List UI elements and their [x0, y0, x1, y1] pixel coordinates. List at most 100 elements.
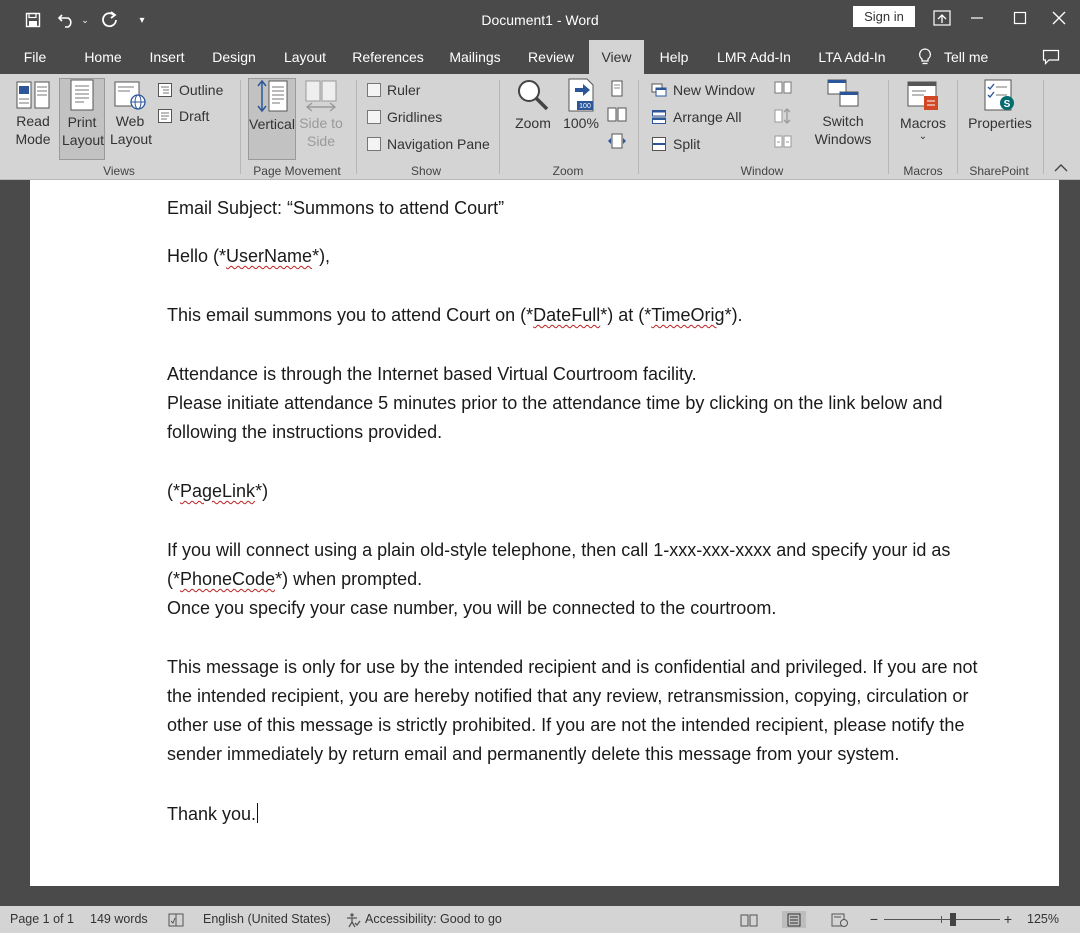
close-icon[interactable] — [1044, 6, 1074, 30]
zoom-slider[interactable] — [884, 912, 1000, 927]
tab-mailings[interactable]: Mailings — [440, 40, 510, 74]
outline-button[interactable]: Outline — [157, 82, 223, 98]
language-indicator[interactable]: English (United States) — [203, 906, 331, 933]
tell-me-label: Tell me — [944, 49, 989, 65]
zoom-out-button[interactable]: − — [868, 906, 880, 933]
web-layout-view-icon[interactable] — [828, 911, 852, 928]
vertical-button[interactable]: Vertical — [248, 78, 296, 160]
navigation-pane-checkbox[interactable]: Navigation Pane — [367, 136, 490, 152]
customize-toolbar-icon[interactable]: ▾ — [132, 8, 152, 32]
tab-lta-add-in[interactable]: LTA Add-In — [810, 40, 894, 74]
zoom-in-button[interactable]: + — [1002, 906, 1014, 933]
print-layout-button[interactable]: Print Layout — [59, 78, 105, 160]
svg-text:S: S — [1004, 99, 1011, 110]
page-width-icon[interactable] — [606, 132, 628, 154]
save-icon[interactable] — [20, 8, 46, 32]
maximize-icon[interactable] — [1005, 6, 1035, 30]
tab-review[interactable]: Review — [520, 40, 582, 74]
thanks-line: Thank you. — [167, 803, 259, 825]
synchronous-scrolling-icon[interactable] — [771, 107, 795, 129]
reset-window-position-icon[interactable] — [771, 134, 795, 156]
gridlines-checkbox[interactable]: Gridlines — [367, 109, 442, 125]
outline-icon — [158, 83, 172, 97]
word-count[interactable]: 149 words — [90, 906, 148, 933]
tab-insert[interactable]: Insert — [140, 40, 194, 74]
split-button[interactable]: Split — [651, 136, 700, 152]
ruler-label: Ruler — [387, 82, 421, 98]
proofing-icon[interactable] — [166, 911, 186, 928]
username-field: UserName — [226, 246, 313, 266]
view-side-by-side-icon[interactable] — [771, 80, 795, 102]
draft-button[interactable]: Draft — [157, 108, 209, 124]
macros-button[interactable]: Macros ⌄ — [896, 78, 950, 160]
navigation-pane-checkbox-box[interactable] — [367, 137, 381, 151]
side-to-side-button[interactable]: Side to Side — [298, 78, 344, 160]
properties-button[interactable]: S Properties — [964, 78, 1036, 160]
arrange-all-button[interactable]: Arrange All — [651, 109, 741, 125]
undo-dropdown-icon[interactable]: ⌄ — [78, 8, 92, 32]
zoom-level[interactable]: 125% — [1027, 906, 1059, 933]
page-count[interactable]: Page 1 of 1 — [10, 906, 74, 933]
show-group-label: Show — [410, 164, 442, 178]
read-mode-button[interactable]: Read Mode — [6, 78, 60, 160]
document-page[interactable]: Email Subject: “Summons to attend Court”… — [30, 180, 1059, 886]
document-area[interactable]: Email Subject: “Summons to attend Court”… — [0, 180, 1080, 906]
arrange-all-label: Arrange All — [673, 109, 742, 125]
zoom-slider-thumb[interactable] — [950, 913, 956, 926]
gridlines-checkbox-box[interactable] — [367, 110, 381, 124]
tab-file[interactable]: File — [12, 40, 58, 74]
one-page-icon[interactable] — [606, 80, 628, 102]
accessibility-label: Accessibility: Good to go — [365, 912, 502, 926]
read-mode-view-icon[interactable] — [737, 911, 761, 928]
print-layout-view-icon[interactable] — [782, 911, 806, 928]
summons-text: This email summons you to attend Court o… — [167, 305, 534, 325]
accessibility-status[interactable]: Accessibility: Good to go — [345, 906, 502, 933]
gridlines-label: Gridlines — [387, 109, 443, 125]
ribbon-display-options-icon[interactable] — [927, 6, 957, 30]
arrange-all-icon — [652, 110, 666, 124]
greeting-text: *), — [312, 246, 331, 266]
zoom-100-icon: 100 — [560, 78, 602, 112]
new-window-button[interactable]: New Window — [651, 82, 755, 98]
redo-icon[interactable] — [98, 8, 122, 32]
tab-help[interactable]: Help — [650, 40, 698, 74]
tab-lmr-add-in[interactable]: LMR Add-In — [708, 40, 800, 74]
ruler-checkbox-box[interactable] — [367, 83, 381, 97]
collapse-ribbon-icon[interactable] — [1050, 160, 1072, 178]
phonecode-field: PhoneCode — [180, 569, 276, 589]
macros-icon — [896, 78, 950, 112]
pagelink-field: PageLink — [180, 481, 256, 501]
macros-dropdown-icon: ⌄ — [918, 131, 928, 142]
window-title: Document1 - Word — [481, 12, 599, 28]
page-movement-group-label: Page Movement — [253, 164, 341, 178]
summons-text: *) at (* — [600, 305, 652, 325]
sign-in-button[interactable]: Sign in — [853, 6, 915, 27]
tell-me-search[interactable]: Tell me — [912, 40, 1002, 74]
switch-windows-button[interactable]: Switch Windows — [806, 78, 880, 160]
group-separator — [888, 80, 889, 174]
comments-icon[interactable] — [1036, 40, 1066, 74]
new-window-label: New Window — [673, 82, 755, 98]
zoom-100-button[interactable]: 100 100% — [560, 78, 602, 160]
tab-home[interactable]: Home — [74, 40, 132, 74]
zoom-button[interactable]: Zoom — [508, 78, 558, 160]
magnifier-icon — [508, 78, 558, 112]
tab-layout[interactable]: Layout — [276, 40, 334, 74]
macros-label: Macros — [900, 115, 946, 131]
draft-icon — [158, 109, 172, 123]
group-separator — [638, 80, 639, 174]
greeting-line: Hello (*UserName*), — [167, 246, 330, 267]
web-layout-button[interactable]: Web Layout — [107, 78, 153, 160]
vertical-label: Vertical — [249, 116, 295, 132]
read-mode-icon — [6, 78, 60, 110]
tab-references[interactable]: References — [346, 40, 430, 74]
undo-icon[interactable] — [54, 8, 78, 32]
zoom-slider-center-mark — [941, 916, 942, 923]
minimize-icon[interactable] — [962, 6, 992, 30]
ruler-checkbox[interactable]: Ruler — [367, 82, 420, 98]
tab-view[interactable]: View — [589, 40, 644, 74]
tab-design[interactable]: Design — [204, 40, 264, 74]
multiple-pages-icon[interactable] — [606, 106, 628, 128]
ribbon: Read Mode Print Layout Web Layout Outlin… — [0, 74, 1080, 180]
lightbulb-icon — [919, 48, 931, 65]
